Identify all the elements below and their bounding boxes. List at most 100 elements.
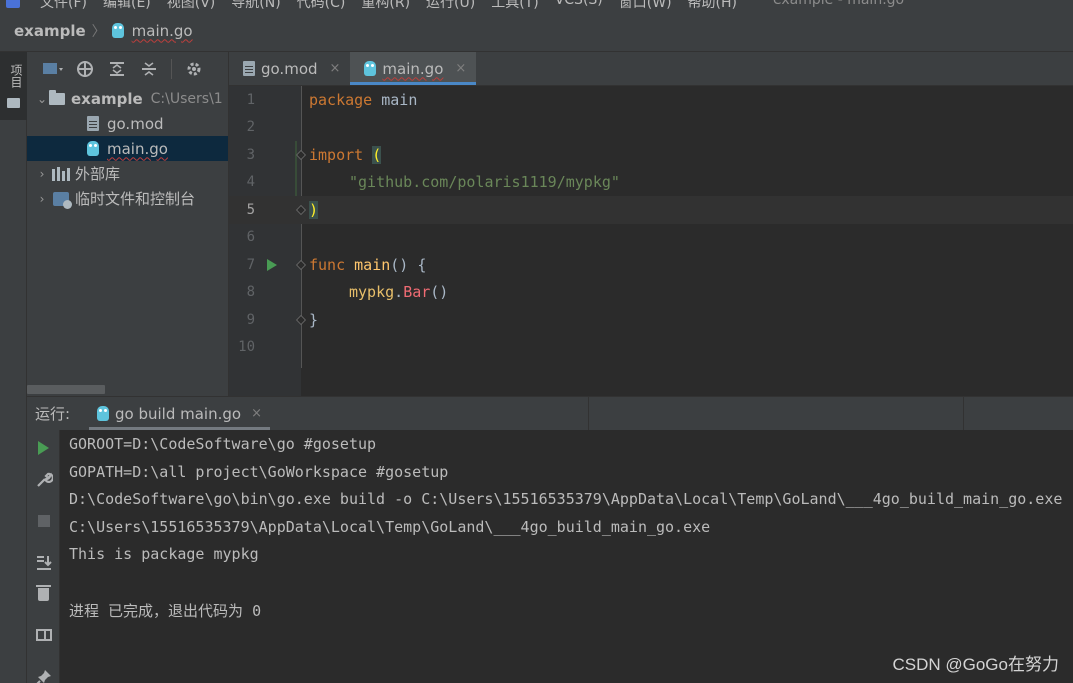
breadcrumb-project[interactable]: example [14,22,86,40]
go-file-icon [111,23,124,38]
run-panel-label: 运行: [35,405,71,423]
menu-navigate[interactable]: 导航(N) [231,0,280,10]
project-toolbar [27,52,228,86]
play-icon [38,441,49,455]
line-number: 7 [246,256,255,273]
code-line: 7 func main() { [229,251,1073,279]
project-tool-tab-label: 项目 [9,64,23,88]
locate-file-icon[interactable] [73,57,97,81]
menu-bar: 文件(F) 编辑(E) 视图(V) 导航(N) 代码(C) 重构(R) 运行(U… [0,0,1073,10]
fold-icon[interactable] [296,149,306,160]
wrench-icon [36,472,53,487]
mod-file-icon [87,116,99,131]
menu-edit[interactable]: 编辑(E) [103,0,151,10]
scratch-icon-wrap [53,191,72,209]
project-tree: ⌄ example C:\Users\1 go.mod main.go › 外部… [27,86,228,211]
folder-icon [7,98,20,108]
stop-button[interactable] [27,506,60,536]
code-line: 10 [229,334,1073,362]
run-tab-go-build[interactable]: go build main.go × [89,397,270,430]
scroll-down-icon [36,556,52,570]
go-file-icon [87,141,99,156]
go-file-icon-wrap [85,141,101,157]
pin-tab-button[interactable] [27,662,60,683]
code-text: mypkg.Bar() [349,283,448,301]
toolbar-divider [171,59,172,79]
close-icon[interactable]: × [251,406,262,421]
project-tool-tab[interactable]: 项目 [0,52,27,120]
library-icon-wrap [52,166,70,182]
folder-icon [49,89,65,105]
keyword: func [309,255,346,274]
chevron-down-icon[interactable]: ⌄ [35,92,49,106]
rerun-button[interactable] [27,433,60,463]
tree-item-main-go[interactable]: main.go [27,136,228,161]
collapse-all-icon[interactable] [137,57,161,81]
project-view-dropdown-icon[interactable] [41,57,65,81]
code-editor: go.mod × main.go × 1 package main 2 3 im… [228,52,1073,396]
edit-configuration-button[interactable] [27,465,60,495]
string-literal: "github.com/polaris1119/mypkg" [349,173,620,192]
gear-icon[interactable] [182,57,206,81]
punctuation: () { [390,255,427,274]
menu-window[interactable]: 窗口(W) [619,0,672,10]
run-gutter-icon[interactable] [267,258,277,271]
code-line: 2 [229,114,1073,142]
code-line: 8 mypkg.Bar() [229,279,1073,307]
fold-icon[interactable] [296,259,306,270]
menu-file[interactable]: 文件(F) [40,0,87,10]
line-number: 4 [246,174,255,191]
identifier: main [372,90,418,109]
console-line: GOPATH=D:\all project\GoWorkspace #goset… [69,463,449,481]
layout-button[interactable] [27,620,60,650]
scroll-to-end-button[interactable] [27,547,60,577]
breadcrumb-file[interactable]: main.go [132,22,193,40]
code-text: "github.com/polaris1119/mypkg" [349,173,620,191]
code-area[interactable]: 1 package main 2 3 import ( 4 "github.co… [229,86,1073,396]
menu-tools[interactable]: 工具(T) [491,0,538,10]
fold-icon[interactable] [296,204,306,215]
menu-code[interactable]: 代码(C) [297,0,346,10]
tree-item-go-mod[interactable]: go.mod [27,111,228,136]
console-line: D:\CodeSoftware\go\bin\go.exe build -o C… [69,490,1063,508]
tab-go-mod[interactable]: go.mod × [229,52,350,85]
tab-main-go[interactable]: main.go × [350,52,477,85]
matched-paren: ( [372,145,382,164]
mod-file-icon [243,61,255,76]
tree-item-path: C:\Users\1 [150,90,223,107]
folder-icon-wrap [49,89,65,107]
keyword: package [309,90,373,109]
line-number: 6 [246,229,255,246]
function-name: main [354,255,391,274]
goland-logo-icon [0,0,30,10]
function-call: Bar [403,283,431,302]
tree-item-label: 临时文件和控制台 [75,190,196,208]
menu-refactor[interactable]: 重构(R) [361,0,410,10]
line-number: 3 [246,146,255,163]
chevron-right-icon[interactable]: › [35,167,49,181]
menu-view[interactable]: 视图(V) [167,0,216,10]
code-text: ) [309,200,319,219]
run-console[interactable]: GOROOT=D:\CodeSoftware\go #gosetup GOPAT… [61,430,1073,683]
breadcrumb-separator: 〉 [91,23,106,40]
pin-icon [36,670,51,683]
close-icon[interactable]: × [330,61,341,76]
run-toolbar [27,430,60,683]
code-line: 1 package main [229,86,1073,114]
chevron-right-icon[interactable]: › [35,192,49,206]
horizontal-scrollbar[interactable] [27,385,105,394]
tree-item-external-libraries[interactable]: › 外部库 [27,161,228,186]
menu-vcs[interactable]: VCS(S) [555,0,603,10]
expand-all-icon[interactable] [105,57,129,81]
close-icon[interactable]: × [455,61,466,76]
tree-item-scratches[interactable]: › 临时文件和控制台 [27,186,228,211]
punctuation: . [394,283,404,302]
clear-console-button[interactable] [27,579,60,609]
console-line: This is package mypkg [69,545,259,563]
fold-icon[interactable] [296,314,306,325]
menu-help[interactable]: 帮助(H) [688,0,737,10]
tree-item-example[interactable]: ⌄ example C:\Users\1 [27,86,228,111]
go-file-icon [97,406,109,421]
menu-run[interactable]: 运行(U) [426,0,475,10]
project-panel: ⌄ example C:\Users\1 go.mod main.go › 外部… [27,52,228,396]
